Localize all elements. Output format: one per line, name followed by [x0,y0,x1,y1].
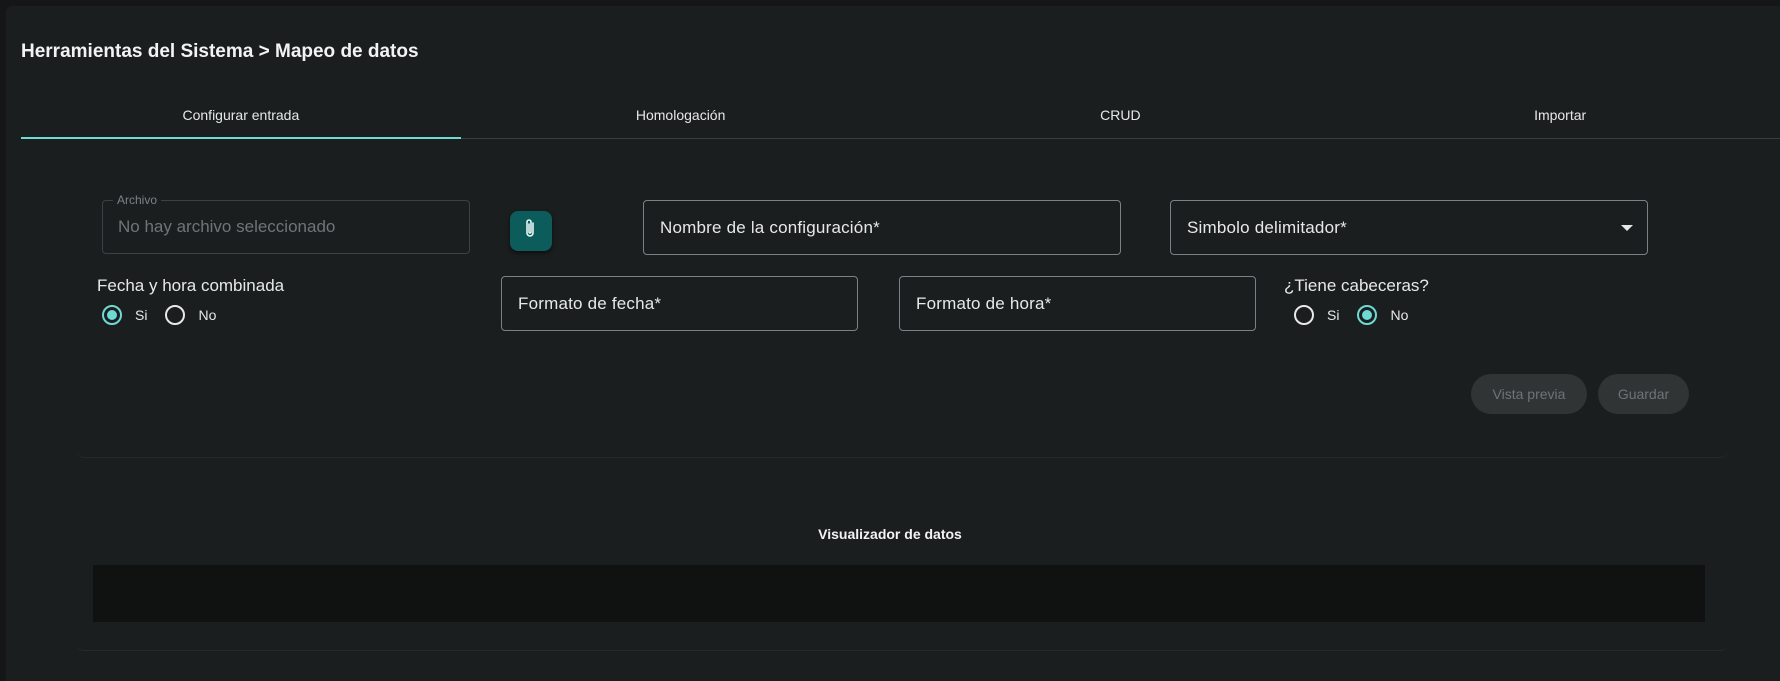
cabeceras-si-radio[interactable] [1294,305,1314,325]
cabeceras-no-radio-wrap[interactable] [1347,295,1387,335]
archivo-field: Archivo No hay archivo seleccionado [102,193,470,254]
paperclip-icon [522,218,540,245]
tab-homologacion[interactable]: Homologación [461,92,901,138]
tab-configurar-entrada[interactable]: Configurar entrada [21,92,461,139]
cabeceras-si-radio-wrap[interactable] [1284,295,1324,335]
tab-crud[interactable]: CRUD [901,92,1341,138]
fecha-hora-si-radio-wrap[interactable] [92,295,132,335]
fecha-hora-no-label: No [198,307,217,323]
attach-file-button[interactable] [510,211,552,251]
fecha-hora-no-radio-wrap[interactable] [155,295,195,335]
nombre-configuracion-label: Nombre de la configuración* [660,217,880,237]
chevron-down-icon [1621,224,1633,231]
cabeceras-no-radio[interactable] [1357,305,1378,325]
cabeceras-no-label: No [1390,307,1409,323]
guardar-button[interactable]: Guardar [1598,374,1689,414]
formato-hora-input[interactable]: Formato de hora* [899,276,1256,331]
fecha-hora-no-radio[interactable] [165,305,186,325]
tab-importar[interactable]: Importar [1340,92,1780,138]
vista-previa-button[interactable]: Vista previa [1471,374,1587,414]
fecha-hora-si-radio[interactable] [102,305,122,325]
breadcrumb: Herramientas del Sistema > Mapeo de dato… [21,41,419,62]
fecha-hora-si-label: Si [135,307,148,323]
simbolo-delimitador-select[interactable]: Simbolo delimitador* [1170,200,1648,255]
fecha-hora-combinada-title: Fecha y hora combinada [97,276,285,295]
simbolo-delimitador-label: Simbolo delimitador* [1187,217,1347,237]
cabeceras-si-label: Si [1327,307,1340,323]
tab-bar: Configurar entrada Homologación CRUD Imp… [21,92,1780,139]
formato-hora-label: Formato de hora* [916,293,1052,313]
tiene-cabeceras-title: ¿Tiene cabeceras? [1284,276,1429,295]
formato-fecha-label: Formato de fecha* [518,293,662,313]
formato-fecha-input[interactable]: Formato de fecha* [501,276,858,331]
tiene-cabeceras-radio-group: Si No [1284,295,1416,335]
data-visualizer-area [93,565,1705,622]
archivo-placeholder: No hay archivo seleccionado [118,217,336,236]
nombre-configuracion-input[interactable]: Nombre de la configuración* [643,200,1121,255]
fecha-hora-combinada-radio-group: Si No [92,295,224,335]
visualizador-title: Visualizador de datos [818,526,962,542]
archivo-legend: Archivo [113,193,162,207]
